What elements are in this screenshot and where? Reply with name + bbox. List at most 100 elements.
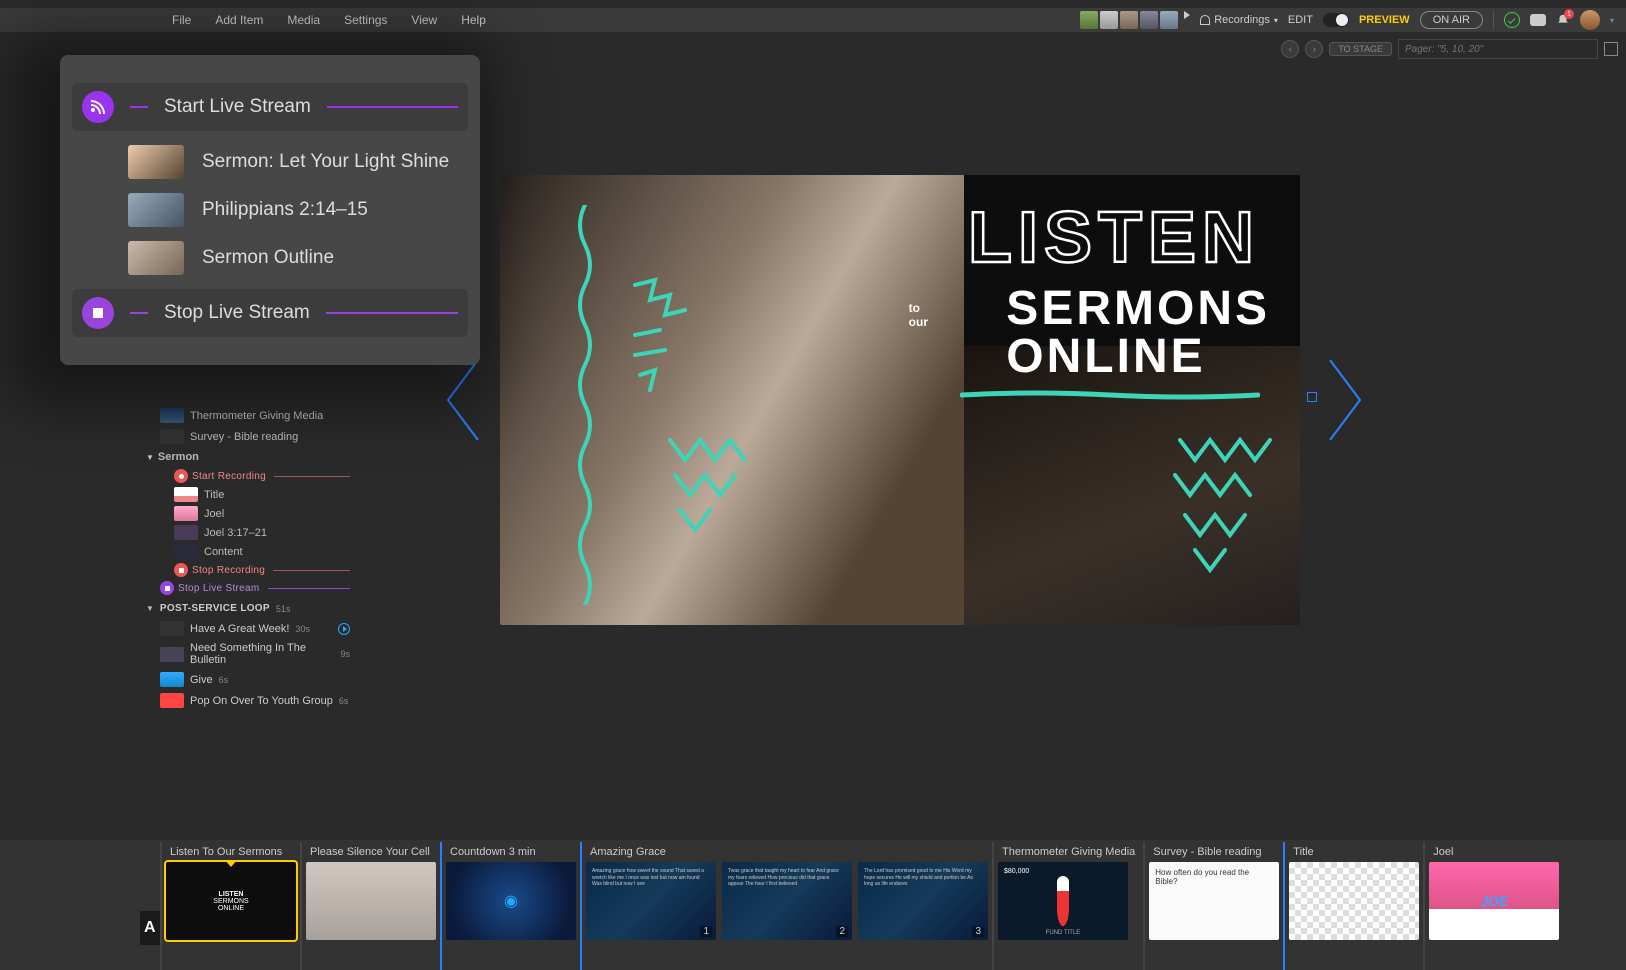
sidebar-item[interactable]: Joel 3:17–21 [174, 523, 350, 542]
item-thumbnail [128, 193, 184, 227]
slide-thumbnail[interactable]: LISTENSERMONSONLINE [166, 862, 296, 940]
stage-preview[interactable]: LISTEN toour SERMONSONLINE [500, 175, 1300, 625]
next-button[interactable]: › [1305, 40, 1323, 58]
user-avatar[interactable] [1580, 10, 1600, 30]
avatar [1140, 11, 1158, 29]
filmstrip-group: Joel JOE [1423, 842, 1563, 970]
slide-title-1: LISTEN [968, 197, 1260, 279]
recordings-dropdown[interactable]: Recordings ▾ [1200, 14, 1278, 26]
sidebar-item[interactable]: Survey - Bible reading [160, 426, 350, 447]
slide-lyrics: Twas grace that taught my heart to fear … [728, 868, 846, 888]
broadcast-icon [82, 91, 114, 123]
overlay-item[interactable]: Sermon: Let Your Light Shine [128, 145, 458, 179]
group-label: Please Silence Your Cell [306, 842, 436, 862]
cue-rule [130, 312, 148, 315]
live-stream-overlay: Start Live Stream Sermon: Let Your Light… [60, 55, 480, 365]
slide-thumbnail[interactable]: Amazing grace how sweet the sound That s… [586, 862, 716, 940]
avatar [1120, 11, 1138, 29]
item-label: Sermon: Let Your Light Shine [202, 151, 449, 173]
sidebar-item[interactable]: Have A Great Week! 30s [160, 618, 350, 639]
edit-preview-toggle[interactable] [1323, 13, 1349, 27]
notification-badge: 1 [1564, 9, 1574, 19]
cue-rule [327, 106, 458, 109]
slide-lyrics: The Lord has promised good to me His Wor… [864, 868, 982, 888]
avatar [1080, 11, 1098, 29]
sidebar-item[interactable]: Pop On Over To Youth Group 6s [160, 690, 350, 711]
current-marker-icon [224, 862, 238, 867]
sidebar-item[interactable]: Title [174, 485, 350, 504]
sidebar-item[interactable]: Joel [174, 504, 350, 523]
cue-label: Start Recording [192, 471, 266, 482]
item-label: Thermometer Giving Media [190, 410, 323, 422]
slide-thumbnail[interactable] [306, 862, 436, 940]
section-duration: 51s [276, 604, 291, 614]
overlay-item[interactable]: Philippians 2:14–15 [128, 193, 458, 227]
slide-thumbnail[interactable]: JOE [1429, 862, 1559, 940]
slide-lyrics: Amazing grace how sweet the sound That s… [592, 868, 710, 888]
group-label: Title [1289, 842, 1419, 862]
item-label: Content [204, 546, 243, 558]
cue-label: Start Live Stream [164, 96, 311, 118]
slide-number: 1 [700, 926, 712, 937]
overlay-item[interactable]: Sermon Outline [128, 241, 458, 275]
item-thumbnail [160, 408, 184, 423]
item-thumbnail [174, 487, 198, 502]
menu-media[interactable]: Media [277, 10, 330, 30]
cue-rule [326, 312, 458, 315]
slide-thumbnail[interactable] [446, 862, 576, 940]
item-thumbnail [160, 647, 184, 662]
filmstrip-group: Title [1283, 842, 1423, 970]
item-thumbnail [128, 241, 184, 275]
menu-add-item[interactable]: Add Item [205, 10, 273, 30]
slide-thumbnail[interactable]: Twas grace that taught my heart to fear … [722, 862, 852, 940]
pager-input[interactable] [1398, 39, 1598, 59]
play-icon [1184, 11, 1190, 19]
sidebar-item[interactable]: Content [174, 542, 350, 561]
stage-toolbar: ‹ › TO STAGE [1281, 38, 1618, 60]
item-thumbnail [174, 506, 198, 521]
plan-sidebar: Thermometer Giving Media Survey - Bible … [160, 405, 350, 711]
onair-button[interactable]: ON AIR [1420, 11, 1483, 29]
group-label: Listen To Our Sermons [166, 842, 296, 862]
item-label: Philippians 2:14–15 [202, 199, 368, 221]
sidebar-item[interactable]: Thermometer Giving Media [160, 405, 350, 426]
slide-thumbnail[interactable]: $80,000 FUND TITLE [998, 862, 1128, 940]
slide-thumbnail[interactable]: How often do you read the Bible? [1149, 862, 1279, 940]
filmstrip-group: Listen To Our Sermons LISTENSERMONSONLIN… [160, 842, 300, 970]
item-thumbnail [174, 544, 198, 559]
sidebar-item[interactable]: Need Something In The Bulletin 9s [160, 639, 350, 669]
cue-stop-live-stream[interactable]: Stop Live Stream [160, 579, 350, 597]
stage-prev-button[interactable] [438, 350, 488, 450]
stage-stop-indicator [1307, 392, 1317, 402]
start-live-stream-cue[interactable]: Start Live Stream [72, 83, 468, 131]
joel-text: JOE [1480, 893, 1508, 909]
chat-icon[interactable] [1530, 14, 1546, 26]
preview-label: PREVIEW [1359, 14, 1410, 26]
notifications-icon[interactable]: 1 [1556, 13, 1570, 27]
section-header-sermon[interactable]: Sermon [146, 447, 350, 467]
menu-file[interactable]: File [162, 10, 201, 30]
prev-button[interactable]: ‹ [1281, 40, 1299, 58]
avatar [1100, 11, 1118, 29]
section-header-post-service[interactable]: ▼ POST-SERVICE LOOP 51s [146, 597, 350, 618]
menu-settings[interactable]: Settings [334, 10, 397, 30]
stop-live-stream-cue[interactable]: Stop Live Stream [72, 289, 468, 337]
stop-icon [82, 297, 114, 329]
menu-help[interactable]: Help [451, 10, 496, 30]
stage-next-button[interactable] [1320, 350, 1370, 450]
menu-view[interactable]: View [401, 10, 447, 30]
presence-avatars[interactable] [1080, 11, 1190, 29]
slide-thumbnail[interactable] [1289, 862, 1419, 940]
filmstrip-group: Amazing Grace Amazing grace how sweet th… [580, 842, 992, 970]
cue-start-recording[interactable]: Start Recording [174, 467, 350, 485]
sync-ok-icon[interactable] [1504, 12, 1520, 28]
slide-thumbnail[interactable]: The Lord has promised good to me His Wor… [858, 862, 988, 940]
slide-filmstrip: A Listen To Our Sermons LISTENSERMONSONL… [0, 840, 1626, 970]
fullscreen-icon[interactable] [1604, 42, 1618, 56]
cue-stop-recording[interactable]: Stop Recording [174, 561, 350, 579]
slide-number: 3 [972, 926, 984, 937]
group-label: Joel [1429, 842, 1559, 862]
item-duration: 9s [340, 649, 350, 659]
sidebar-item[interactable]: Give 6s [160, 669, 350, 690]
to-stage-button[interactable]: TO STAGE [1329, 42, 1392, 56]
